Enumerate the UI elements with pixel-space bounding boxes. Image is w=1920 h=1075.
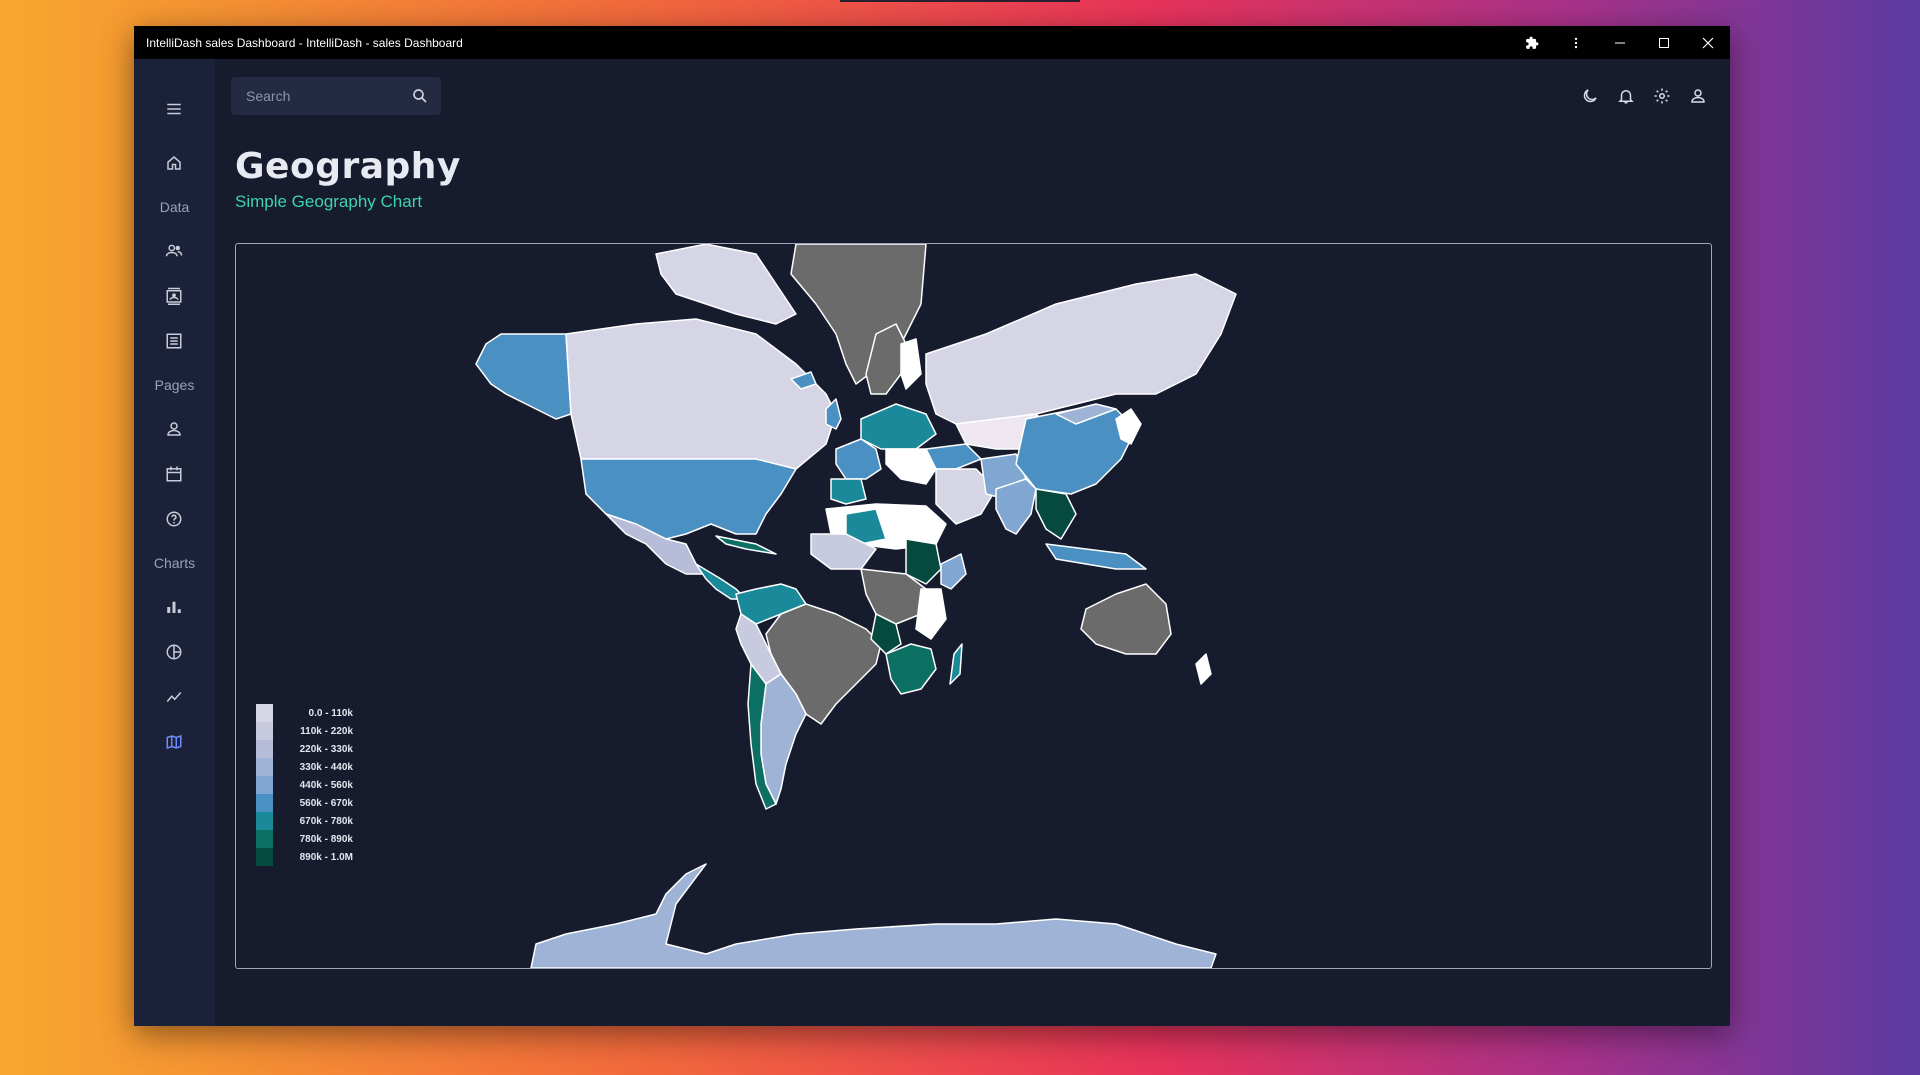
- region-indonesia: [1045, 543, 1147, 570]
- menu-icon[interactable]: [162, 97, 186, 121]
- list-icon[interactable]: [162, 329, 186, 353]
- bar-chart-icon[interactable]: [162, 595, 186, 619]
- map-icon[interactable]: [162, 730, 186, 754]
- help-icon[interactable]: [162, 507, 186, 531]
- legend-item: 560k - 670k: [256, 794, 353, 812]
- legend-item: 110k - 220k: [256, 722, 353, 740]
- region-turkey: [925, 443, 982, 470]
- people-icon[interactable]: [162, 239, 186, 263]
- sidebar: Data Pages Charts: [134, 59, 215, 1026]
- region-se-asia: [1035, 488, 1077, 540]
- region-canada: [565, 318, 837, 470]
- region-finland: [900, 338, 922, 390]
- calendar-icon[interactable]: [162, 462, 186, 486]
- more-vert-icon[interactable]: [1554, 26, 1598, 59]
- legend-item: 0.0 - 110k: [256, 704, 353, 722]
- legend-swatch-2: [256, 740, 273, 758]
- region-spain: [830, 478, 867, 505]
- sidebar-section-data: Data: [159, 199, 190, 215]
- line-chart-icon[interactable]: [162, 685, 186, 709]
- search-input[interactable]: Search: [246, 88, 411, 104]
- region-antarctica: [530, 863, 1217, 968]
- puzzle-icon[interactable]: [1510, 26, 1554, 59]
- region-india: [995, 478, 1037, 535]
- sidebar-section-pages: Pages: [154, 377, 195, 393]
- page-subtitle: Simple Geography Chart: [235, 192, 423, 211]
- world-map[interactable]: [236, 244, 1711, 968]
- region-arctic-islands: [655, 244, 797, 325]
- dark-mode-icon[interactable]: [1578, 84, 1602, 108]
- close-icon[interactable]: [1686, 26, 1730, 59]
- region-southern-africa: [885, 643, 937, 695]
- region-usa: [580, 458, 797, 540]
- window-title: IntelliDash sales Dashboard - IntelliDas…: [146, 35, 463, 50]
- legend-item: 780k - 890k: [256, 830, 353, 848]
- sidebar-section-charts: Charts: [153, 555, 196, 571]
- legend-swatch-5: [256, 794, 273, 812]
- notifications-icon[interactable]: [1614, 84, 1638, 108]
- search-icon[interactable]: [411, 87, 429, 105]
- page-title: Geography: [235, 146, 461, 187]
- geography-chart: 0.0 - 110k 110k - 220k 220k - 330k 330k …: [235, 243, 1712, 969]
- desktop-accent: [840, 0, 1080, 2]
- legend-label: 330k - 440k: [299, 761, 353, 773]
- pie-chart-icon[interactable]: [162, 640, 186, 664]
- region-caribbean: [715, 535, 777, 555]
- legend-label: 220k - 330k: [299, 743, 353, 755]
- legend-swatch-7: [256, 830, 273, 848]
- region-madagascar: [949, 643, 963, 685]
- legend-swatch-1: [256, 722, 273, 740]
- legend-item: 330k - 440k: [256, 758, 353, 776]
- map-legend: 0.0 - 110k 110k - 220k 220k - 330k 330k …: [256, 704, 353, 866]
- search-box[interactable]: Search: [231, 77, 441, 115]
- region-east-africa: [915, 588, 947, 640]
- legend-label: 560k - 670k: [299, 797, 353, 809]
- contacts-icon[interactable]: [162, 284, 186, 308]
- legend-label: 670k - 780k: [299, 815, 353, 827]
- legend-label: 110k - 220k: [300, 725, 353, 737]
- legend-label: 780k - 890k: [299, 833, 353, 845]
- legend-item: 890k - 1.0M: [256, 848, 353, 866]
- region-australia: [1080, 583, 1172, 655]
- maximize-icon[interactable]: [1642, 26, 1686, 59]
- minimize-icon[interactable]: [1598, 26, 1642, 59]
- region-alaska: [475, 333, 572, 420]
- legend-label: 890k - 1.0M: [299, 851, 353, 863]
- legend-swatch-8: [256, 848, 273, 866]
- legend-swatch-6: [256, 812, 273, 830]
- region-central-europe: [860, 403, 937, 450]
- person-icon[interactable]: [162, 417, 186, 441]
- account-icon[interactable]: [1686, 84, 1710, 108]
- app-window: IntelliDash sales Dashboard - IntelliDas…: [134, 26, 1730, 1026]
- region-russia: [925, 273, 1237, 425]
- legend-label: 0.0 - 110k: [308, 707, 353, 719]
- legend-swatch-3: [256, 758, 273, 776]
- region-horn-africa: [940, 553, 967, 590]
- legend-label: 440k - 560k: [299, 779, 353, 791]
- settings-icon[interactable]: [1650, 84, 1674, 108]
- legend-item: 670k - 780k: [256, 812, 353, 830]
- legend-swatch-4: [256, 776, 273, 794]
- header-actions: [1578, 84, 1710, 108]
- legend-item: 220k - 330k: [256, 740, 353, 758]
- home-icon[interactable]: [162, 151, 186, 175]
- legend-item: 440k - 560k: [256, 776, 353, 794]
- region-new-zealand: [1195, 653, 1212, 685]
- titlebar: IntelliDash sales Dashboard - IntelliDas…: [134, 26, 1730, 59]
- legend-swatch-0: [256, 704, 273, 722]
